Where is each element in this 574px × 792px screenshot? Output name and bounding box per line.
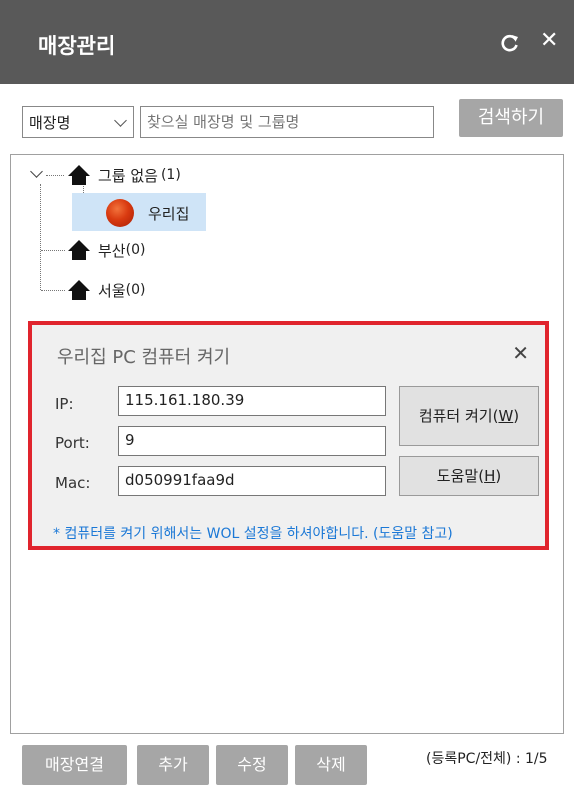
title-bar: 매장관리 ✕ (0, 0, 574, 84)
wol-dialog: 우리집 PC 컴퓨터 켜기 ✕ IP: 115.161.180.39 Port:… (28, 321, 549, 550)
connect-store-button[interactable]: 매장연결 (22, 745, 127, 785)
tree-item-label: 그룹 없음 (98, 166, 158, 185)
mac-field[interactable]: d050991faa9d (118, 466, 386, 496)
power-on-shortcut: W (498, 407, 514, 425)
ip-label: IP: (55, 395, 74, 413)
search-button[interactable]: 검색하기 (459, 99, 563, 137)
tree-item-urijip[interactable]: 우리집 (148, 198, 189, 228)
port-field[interactable]: 9 (118, 426, 386, 456)
tree-connector (41, 250, 65, 251)
help-shortcut: H (484, 467, 496, 485)
tree-item-label: 우리집 (148, 204, 190, 223)
help-button[interactable]: 도움말(H) (399, 456, 539, 496)
search-category-select[interactable]: 매장명 (22, 106, 134, 138)
close-icon[interactable]: ✕ (540, 29, 558, 53)
tree-item-count: (0) (125, 242, 146, 258)
tree-item-label: 서울 (98, 281, 126, 300)
mac-label: Mac: (55, 474, 91, 492)
power-on-paren: ) (513, 407, 520, 425)
tree-connector (46, 175, 64, 176)
search-category-value: 매장명 (29, 114, 71, 132)
tree-item-count: (0) (125, 282, 146, 298)
search-input[interactable] (140, 106, 434, 138)
window-title: 매장관리 (38, 34, 116, 58)
close-icon[interactable]: ✕ (512, 341, 529, 365)
wol-note: * 컴퓨터를 켜기 위해서는 WOL 설정을 하셔야합니다. (도움말 참고) (53, 526, 453, 542)
home-icon (68, 165, 90, 185)
tree-item-count: (1) (160, 167, 181, 183)
home-icon (68, 280, 90, 300)
add-button[interactable]: 추가 (137, 745, 209, 785)
refresh-icon[interactable] (500, 33, 520, 53)
tree-item-busan[interactable]: 부산 (0) (98, 235, 145, 265)
port-label: Port: (55, 434, 90, 452)
tree-connector (40, 184, 41, 290)
help-paren: ) (495, 467, 502, 485)
tree-item-label: 부산 (98, 241, 126, 260)
tree-item-seoul[interactable]: 서울 (0) (98, 275, 145, 305)
dialog-title: 우리집 PC 컴퓨터 켜기 (57, 347, 231, 368)
registered-pc-status: (등록PC/전체) : 1/5 (426, 751, 548, 767)
ip-field[interactable]: 115.161.180.39 (118, 386, 386, 416)
chevron-down-icon (114, 114, 127, 127)
power-on-label: 컴퓨터 켜기( (418, 407, 499, 425)
delete-button[interactable]: 삭제 (295, 745, 367, 785)
help-label: 도움말( (436, 467, 485, 485)
status-ball-icon (106, 199, 134, 227)
tree-connector (41, 290, 65, 291)
tree-item-no-group[interactable]: 그룹 없음 (1) (98, 160, 181, 190)
power-on-button[interactable]: 컴퓨터 켜기(W) (399, 386, 539, 446)
home-icon (68, 240, 90, 260)
edit-button[interactable]: 수정 (216, 745, 288, 785)
